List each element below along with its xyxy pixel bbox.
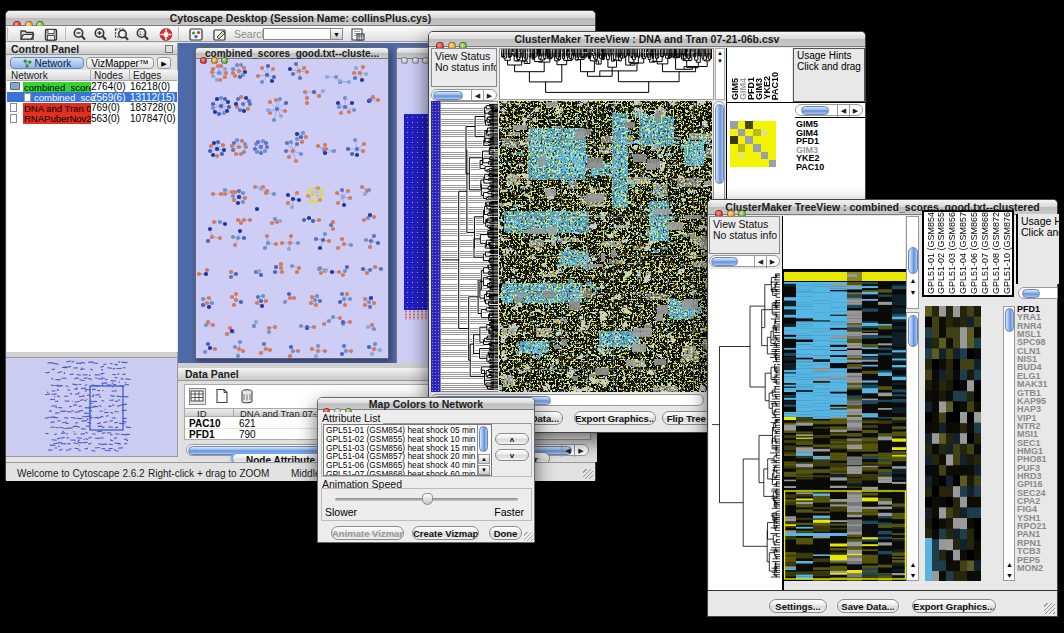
svg-text:1:1: 1:1 [139, 30, 146, 36]
